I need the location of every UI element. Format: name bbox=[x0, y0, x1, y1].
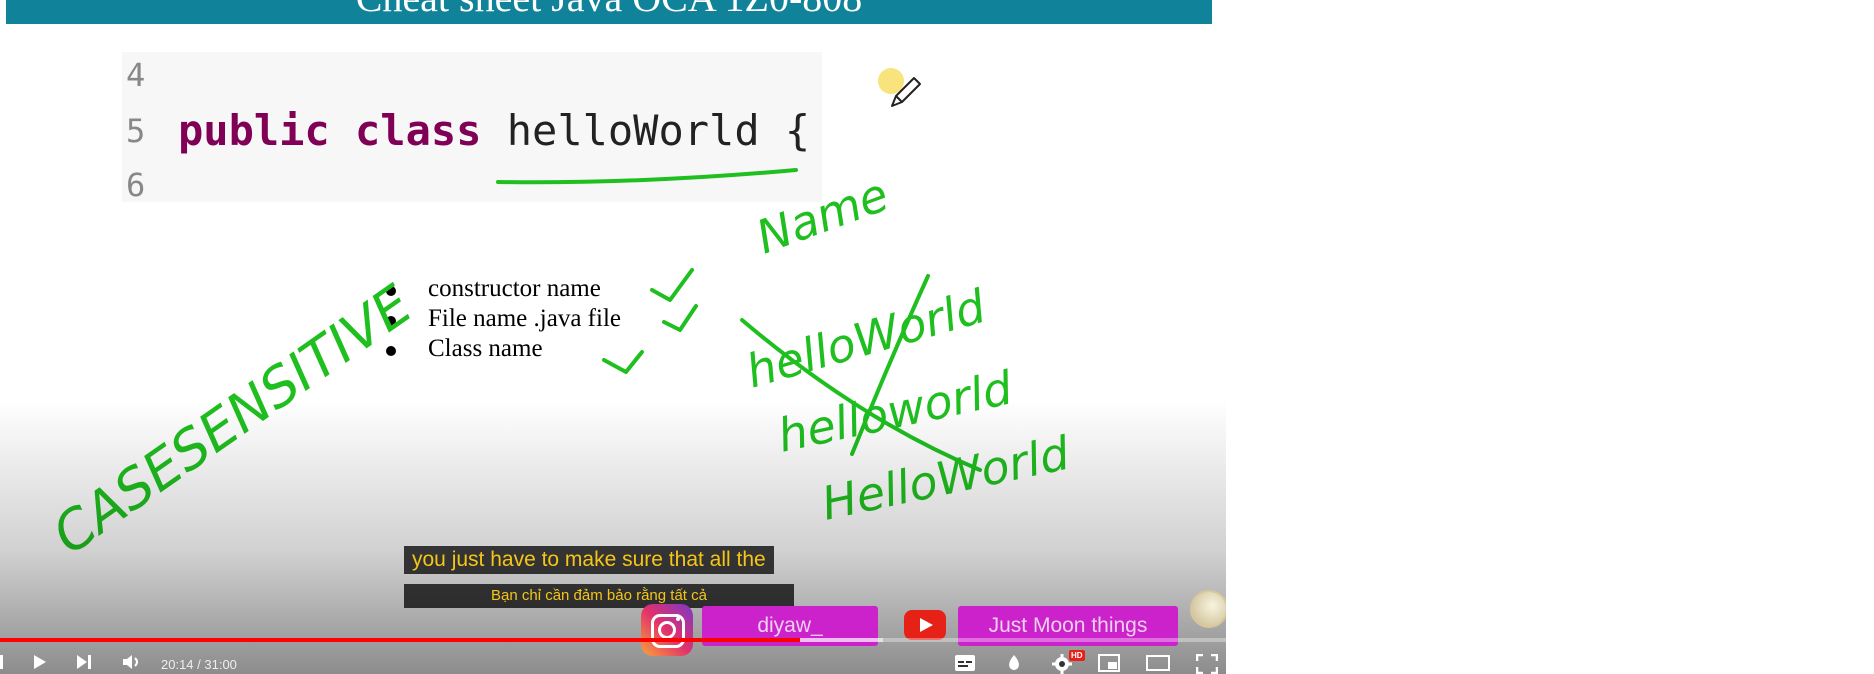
hd-badge: HD bbox=[1069, 650, 1085, 661]
player-controls: 20:14 / 31:00 HD bbox=[0, 650, 1226, 674]
caption-vietnamese: Bạn chỉ cần đảm bảo rằng tất cả bbox=[404, 584, 794, 608]
subtitles-icon[interactable] bbox=[954, 654, 976, 672]
handwriting-casesensitive: CASESENSITIVE bbox=[41, 272, 424, 566]
check-mark bbox=[650, 268, 694, 302]
progress-played bbox=[0, 638, 801, 642]
volume-icon[interactable] bbox=[122, 654, 142, 670]
miniplayer-icon[interactable] bbox=[1098, 654, 1120, 672]
fullscreen-icon[interactable] bbox=[1196, 654, 1218, 674]
prev-button[interactable] bbox=[0, 654, 6, 670]
check-mark bbox=[662, 304, 698, 332]
video-player[interactable]: Cheat sheet Java OCA 1Z0-808 4 5 6 publi… bbox=[0, 0, 1226, 674]
channel-logo[interactable] bbox=[1190, 590, 1226, 628]
check-mark bbox=[602, 350, 644, 374]
ambient-mode-icon[interactable] bbox=[1006, 654, 1022, 672]
caption-english: you just have to make sure that all the bbox=[404, 546, 774, 574]
handwriting-name: Name bbox=[749, 167, 895, 264]
theater-mode-icon[interactable] bbox=[1146, 654, 1170, 672]
time-display: 20:14 / 31:00 bbox=[161, 657, 237, 672]
youtube-icon[interactable] bbox=[904, 610, 946, 640]
underline-stroke bbox=[496, 168, 798, 185]
play-button[interactable] bbox=[32, 654, 48, 670]
instagram-icon[interactable] bbox=[641, 604, 693, 656]
next-button[interactable] bbox=[76, 654, 92, 670]
pen-icon bbox=[891, 77, 921, 107]
